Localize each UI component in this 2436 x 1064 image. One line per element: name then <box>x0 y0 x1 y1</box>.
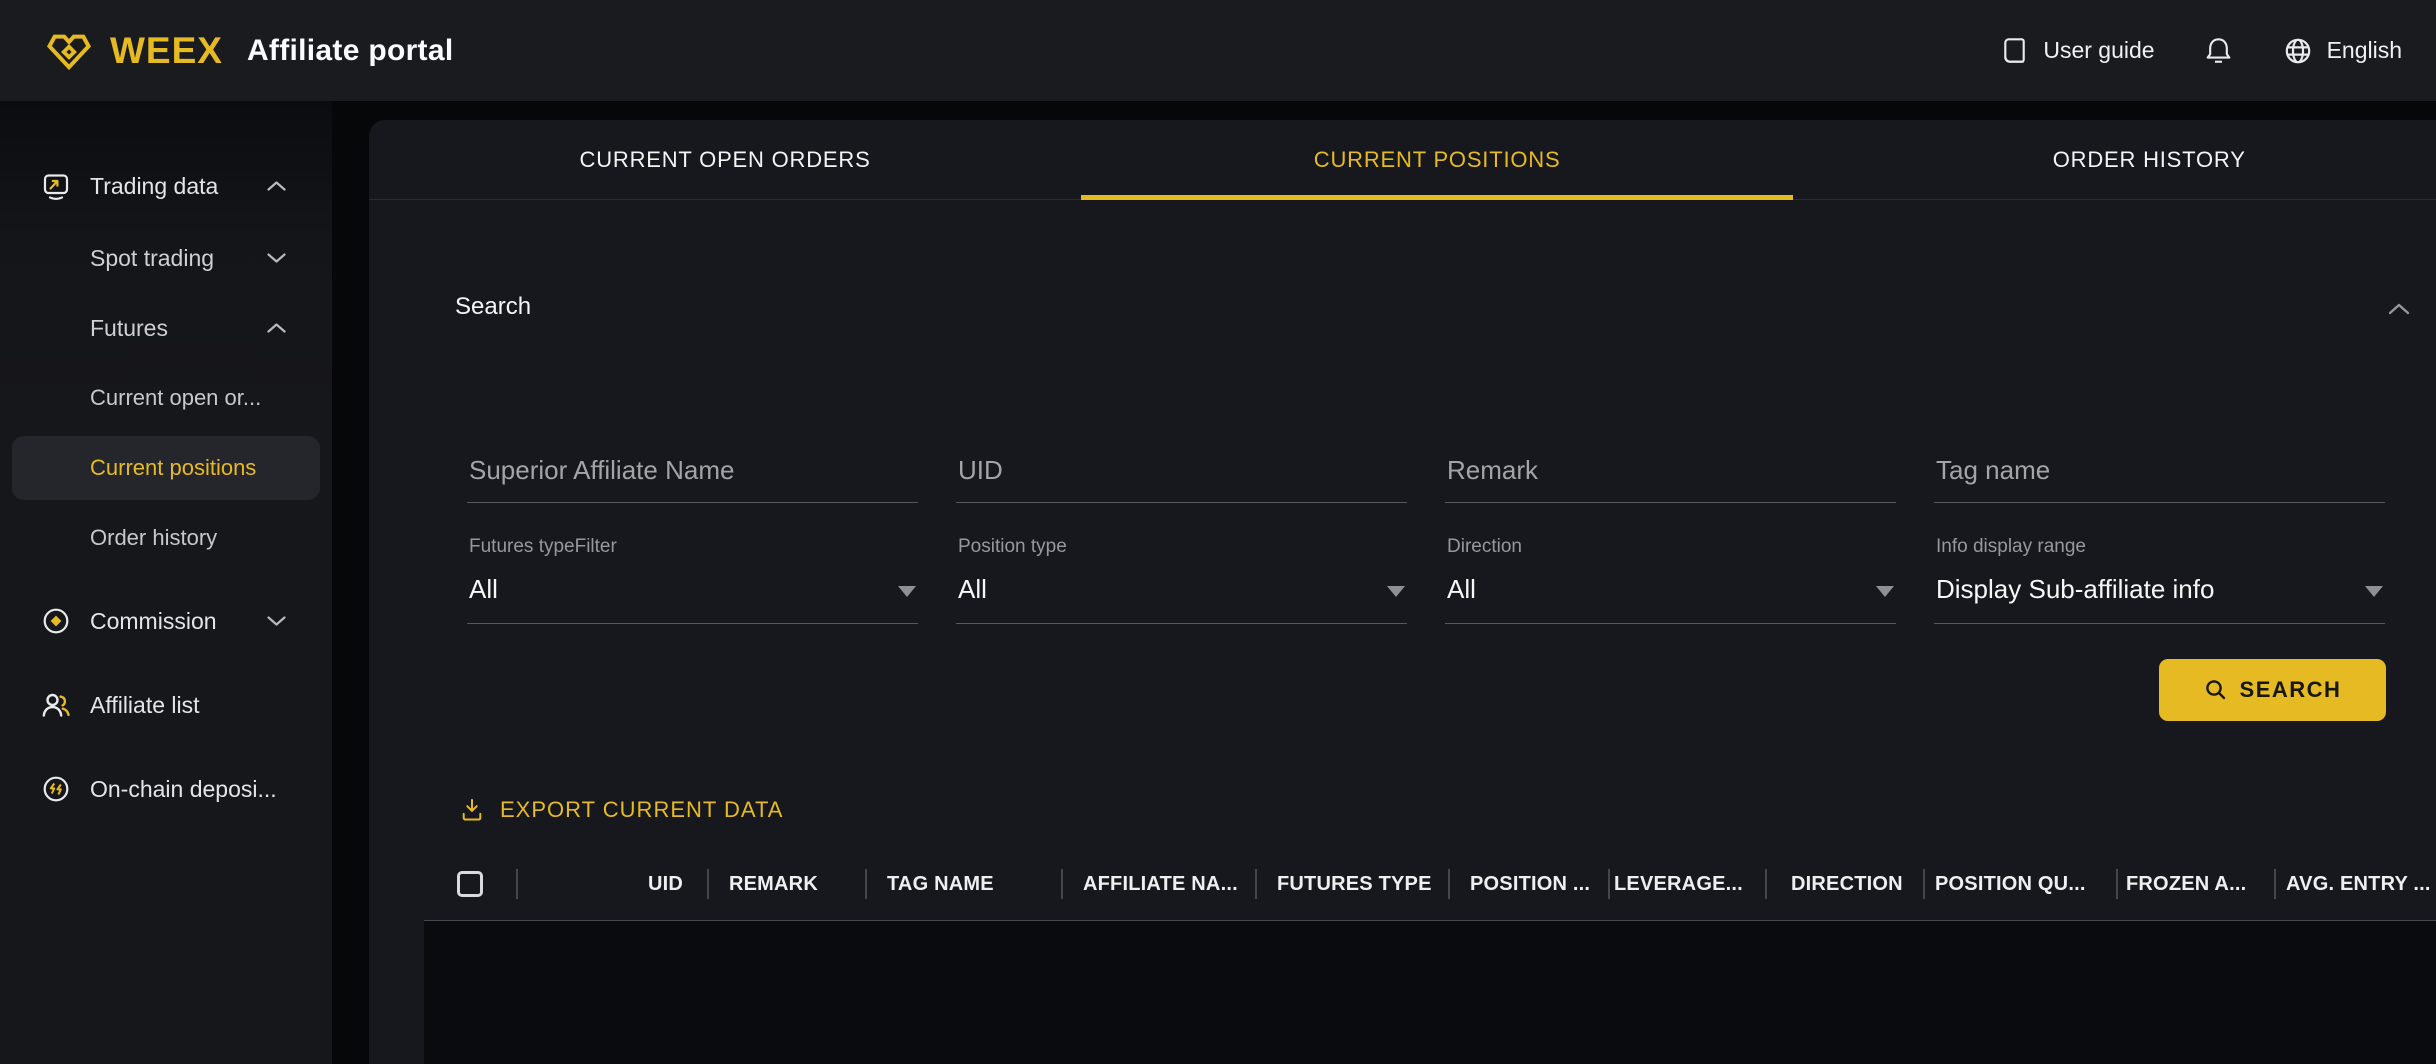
language-label: English <box>2327 37 2402 64</box>
sidebar-item-trading-data[interactable]: Trading data <box>12 154 320 218</box>
direction-select[interactable]: Direction All <box>1445 535 1896 624</box>
select-label: Info display range <box>1934 535 2385 559</box>
export-label: EXPORT CURRENT DATA <box>500 797 783 823</box>
user-guide-link[interactable]: User guide <box>1999 35 2154 66</box>
field-remark <box>1445 455 1896 503</box>
uid-input[interactable] <box>956 455 1407 503</box>
info-display-range-select[interactable]: Info display range Display Sub-affiliate… <box>1934 535 2385 624</box>
tab-label: CURRENT POSITIONS <box>1314 147 1561 173</box>
search-button[interactable]: SEARCH <box>2159 659 2386 721</box>
chevron-down-icon <box>267 253 286 264</box>
chevron-up-icon <box>267 181 286 192</box>
sidebar-item-order-history[interactable]: Order history <box>12 506 320 570</box>
sidebar-item-current-positions[interactable]: Current positions <box>12 436 320 500</box>
sidebar-item-label: Current positions <box>90 455 256 481</box>
sidebar-item-label: Spot trading <box>90 245 214 272</box>
caret-down-icon <box>1387 586 1405 597</box>
search-button-label: SEARCH <box>2240 677 2342 703</box>
column-header-futures-type: FUTURES TYPE <box>1255 848 1448 920</box>
app-header: WEEX Affiliate portal User guide <box>0 0 2436 101</box>
collapse-search-chevron-icon[interactable] <box>2388 303 2410 315</box>
header-actions: User guide English <box>1999 35 2402 67</box>
sidebar-item-commission[interactable]: Commission <box>12 589 320 653</box>
search-icon <box>2204 678 2228 702</box>
affiliate-list-icon <box>40 689 72 721</box>
search-fields-row <box>467 455 2385 503</box>
tab-bar: CURRENT OPEN ORDERS CURRENT POSITIONS OR… <box>369 120 2436 200</box>
column-header-uid: UID <box>516 848 707 920</box>
tab-order-history[interactable]: ORDER HISTORY <box>1793 120 2436 199</box>
column-header-position: POSITION ... <box>1448 848 1608 920</box>
sidebar-item-label: On-chain deposi... <box>90 776 277 803</box>
user-guide-label: User guide <box>2043 37 2154 64</box>
sidebar-item-label: Affiliate list <box>90 692 200 719</box>
table-header-checkbox-cell <box>424 848 516 920</box>
tab-current-open-orders[interactable]: CURRENT OPEN ORDERS <box>369 120 1081 199</box>
sidebar-item-label: Futures <box>90 315 168 342</box>
futures-type-select[interactable]: Futures typeFilter All <box>467 535 918 624</box>
caret-down-icon <box>898 586 916 597</box>
superior-affiliate-name-input[interactable] <box>467 455 918 503</box>
caret-down-icon <box>2365 586 2383 597</box>
globe-icon <box>2282 35 2314 67</box>
field-uid <box>956 455 1407 503</box>
field-tag-name <box>1934 455 2385 503</box>
column-header-position-qty: POSITION QU... <box>1923 848 2116 920</box>
weex-logo[interactable]: WEEX <box>44 30 223 72</box>
select-label: Direction <box>1445 535 1896 559</box>
sidebar-item-futures[interactable]: Futures <box>12 296 320 360</box>
sidebar-item-spot-trading[interactable]: Spot trading <box>12 226 320 290</box>
sidebar: Trading data Spot trading Futures Curren… <box>0 101 332 1064</box>
sidebar-item-affiliate-list[interactable]: Affiliate list <box>12 673 320 737</box>
weex-gem-icon <box>44 30 94 72</box>
select-value: All <box>958 573 1373 605</box>
tab-label: CURRENT OPEN ORDERS <box>580 147 871 173</box>
trading-data-icon <box>40 170 72 202</box>
export-current-data-button[interactable]: EXPORT CURRENT DATA <box>458 792 783 828</box>
column-header-tag-name: TAG NAME <box>865 848 1061 920</box>
table-header-row: UID REMARK TAG NAME AFFILIATE NA... FUTU… <box>424 848 2436 920</box>
column-header-direction: DIRECTION <box>1765 848 1923 920</box>
select-all-checkbox[interactable] <box>457 871 483 897</box>
language-selector[interactable]: English <box>2282 35 2402 67</box>
page-title: Affiliate portal <box>247 34 453 68</box>
table-body <box>424 920 2436 1064</box>
column-header-avg-entry: AVG. ENTRY ... <box>2274 848 2436 920</box>
chevron-down-icon <box>267 616 286 627</box>
select-label: Futures typeFilter <box>467 535 918 559</box>
field-superior-affiliate-name <box>467 455 918 503</box>
brand-name: WEEX <box>110 30 223 72</box>
column-header-affiliate-name: AFFILIATE NA... <box>1061 848 1255 920</box>
bell-icon <box>2203 35 2234 66</box>
tag-name-input[interactable] <box>1934 455 2385 503</box>
sidebar-item-current-open-orders[interactable]: Current open or... <box>12 366 320 430</box>
caret-down-icon <box>1876 586 1894 597</box>
remark-input[interactable] <box>1445 455 1896 503</box>
sidebar-item-label: Current open or... <box>90 385 261 411</box>
main-panel: CURRENT OPEN ORDERS CURRENT POSITIONS OR… <box>369 120 2436 1064</box>
select-value: All <box>469 573 884 605</box>
column-header-remark: REMARK <box>707 848 865 920</box>
sidebar-item-on-chain-deposit[interactable]: On-chain deposi... <box>12 757 320 821</box>
select-value: Display Sub-affiliate info <box>1936 573 2351 605</box>
tab-current-positions[interactable]: CURRENT POSITIONS <box>1081 120 1793 199</box>
search-selects-row: Futures typeFilter All Position type All… <box>467 535 2385 624</box>
notifications-button[interactable] <box>2203 35 2234 66</box>
tab-label: ORDER HISTORY <box>2053 147 2246 173</box>
position-type-select[interactable]: Position type All <box>956 535 1407 624</box>
sidebar-item-label: Commission <box>90 608 217 635</box>
select-label: Position type <box>956 535 1407 559</box>
select-value: All <box>1447 573 1862 605</box>
sidebar-item-label: Trading data <box>90 173 218 200</box>
search-section-title: Search <box>455 293 531 321</box>
commission-icon <box>40 605 72 637</box>
book-icon <box>1999 35 2030 66</box>
download-icon <box>458 796 486 824</box>
column-header-leverage: LEVERAGE... <box>1608 848 1765 920</box>
chevron-up-icon <box>267 323 286 334</box>
active-tab-indicator <box>1081 195 1793 200</box>
sidebar-item-label: Order history <box>90 525 217 551</box>
column-header-frozen-amount: FROZEN A... <box>2116 848 2274 920</box>
on-chain-deposit-icon <box>40 773 72 805</box>
